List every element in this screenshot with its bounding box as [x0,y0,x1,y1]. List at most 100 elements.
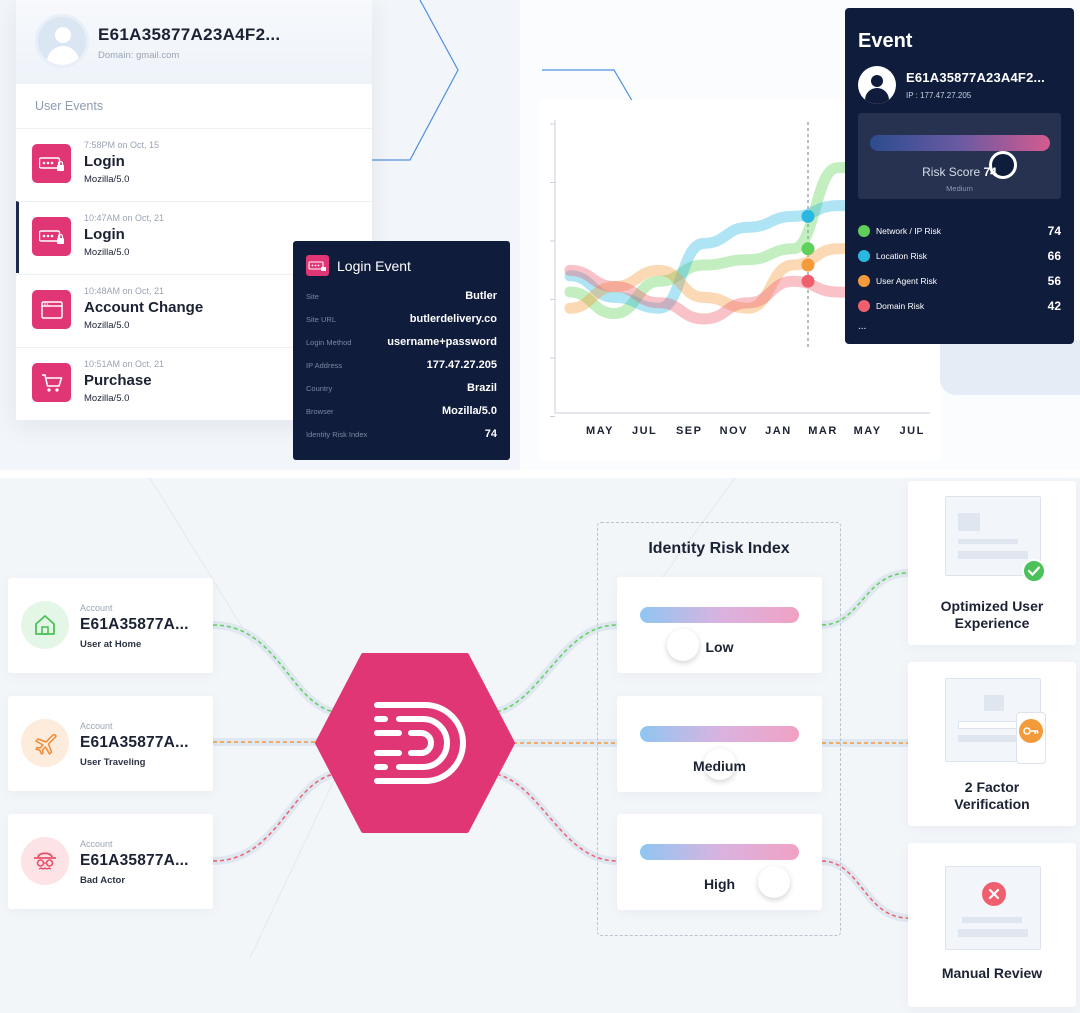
password-icon [32,217,71,256]
risk-level-label: Low [705,639,734,655]
login-event-card: Login Event Site Butler Site URL butlerdeli… [293,241,510,460]
user-avatar-icon [35,14,89,68]
cart-icon [32,363,71,402]
chart-series-marker [801,274,815,288]
event-agent: Mozilla/5.0 [84,247,130,258]
event-user-id: E61A35877A23A4F2... [906,70,1045,85]
x-tick-label: MAR [808,425,838,437]
x-tick-label: JAN [765,425,792,437]
risk-factor-dot-icon [858,300,870,312]
chart-series-marker [801,209,815,223]
risk-level-card-high: High [617,814,822,910]
risk-score-label: Risk Score 74 [922,165,997,179]
login-field-key: Country [306,384,333,393]
event-time: 7:58PM on Oct, 15 [84,140,160,150]
risk-slider-track [640,607,799,661]
risk-factor-value: 42 [1047,299,1061,313]
password-icon [306,255,329,276]
login-field-key: Login Method [306,338,352,347]
x-tick-label: JUL [632,425,657,437]
events-section-title: User Events [35,99,104,113]
account-description: User Traveling [80,757,146,768]
risk-slider-track [640,844,799,898]
account-label: Account [80,839,113,849]
login-field-key: Site [306,292,319,301]
event-ip-address: IP : 177.47.27.205 [906,91,972,100]
risk-factor-value: 56 [1047,274,1061,288]
brand-logo-icon [315,653,515,833]
risk-level-label: High [703,876,736,892]
risk-level-card-medium: Medium [617,696,822,792]
event-agent: Mozilla/5.0 [84,320,130,331]
chart-series-marker [801,258,815,272]
event-detail-card: Event E61A35877A23A4F2... IP : 177.47.27… [845,8,1074,344]
outcome-label: Optimized User Experience [940,598,1044,631]
more-factors-ellipsis: ... [858,321,867,332]
account-description: Bad Actor [80,875,126,886]
risk-score-value: 74 [983,165,997,179]
account-card-traveling[interactable]: Account E61A35877A... User Traveling [8,696,213,791]
event-agent: Mozilla/5.0 [84,393,130,404]
event-name: Account Change [84,299,204,316]
event-time: 10:48AM on Oct, 21 [84,286,165,296]
risk-slider-track [640,726,799,780]
login-field-value: Brazil [467,382,497,394]
airplane-icon [21,719,69,767]
login-field-value: username+password [387,336,497,348]
risk-level-card-low: Low [617,577,822,673]
outcome-card-optimized-experience[interactable]: Optimized User Experience [908,481,1076,645]
event-time: 10:47AM on Oct, 21 [84,213,165,223]
risk-factor-dot-icon [858,275,870,287]
user-avatar-icon [858,66,896,104]
login-field-value: Mozilla/5.0 [441,405,497,417]
risk-score-bar [870,135,1050,179]
x-tick-label: MAY [586,425,614,437]
account-label: Account [80,603,113,613]
account-id: E61A35877A... [80,616,189,633]
login-field-key: IP Address [306,361,343,370]
x-tick-label: SEP [676,425,703,437]
risk-factor-label: Network / IP Risk [876,226,942,236]
outcome-card-two-factor[interactable]: 2 Factor Verification [908,662,1076,826]
login-field-value: butlerdelivery.co [409,313,497,325]
login-field-value: Butler [465,290,497,302]
event-time: 10:51AM on Oct, 21 [84,359,165,369]
risk-level-label: Medium [693,758,746,774]
event-row-login-1[interactable]: 7:58PM on Oct, 15 Login Mozilla/5.0 [16,128,372,200]
x-tick-label: JUL [900,425,925,437]
event-agent: Mozilla/5.0 [84,174,130,185]
event-name: Login [84,226,125,243]
event-name: Purchase [84,372,152,389]
event-name: Login [84,153,125,170]
x-tick-label: NOV [720,425,748,437]
account-card-home[interactable]: Account E61A35877A... User at Home [8,578,213,673]
login-field-key: Identity Risk Index [306,430,368,439]
home-icon [21,601,69,649]
account-description: User at Home [80,639,142,650]
account-id: E61A35877A... [80,734,189,751]
login-event-title: Login Event [337,258,411,274]
risk-level: Medium [946,184,973,193]
user-id: E61A35877A23A4F2... [98,25,281,44]
account-id: E61A35877A... [80,852,189,869]
login-field-value: 74 [484,428,497,440]
browser-window-icon [32,290,71,329]
identity-risk-index-title: Identity Risk Index [648,540,790,557]
risk-factor-dot-icon [858,225,870,237]
spy-icon [21,837,69,885]
event-card-title: Event [858,30,913,52]
outcome-card-manual-review[interactable]: Manual Review [908,843,1076,1007]
risk-factor-label: Domain Risk [876,301,925,311]
risk-factor-value: 66 [1047,249,1061,263]
x-tick-label: MAY [854,425,882,437]
risk-factor-value: 74 [1047,224,1061,238]
account-label: Account [80,721,113,731]
risk-factor-label: Location Risk [876,251,928,261]
risk-factor-label: User Agent Risk [876,276,937,286]
browser-mockup-icon [945,866,1041,950]
login-field-value: 177.47.27.205 [426,359,497,371]
outcome-label: 2 Factor Verification [954,779,1030,812]
login-field-key: Site URL [306,315,337,324]
account-card-bad-actor[interactable]: Account E61A35877A... Bad Actor [8,814,213,909]
user-domain: Domain: gmail.com [98,50,180,61]
